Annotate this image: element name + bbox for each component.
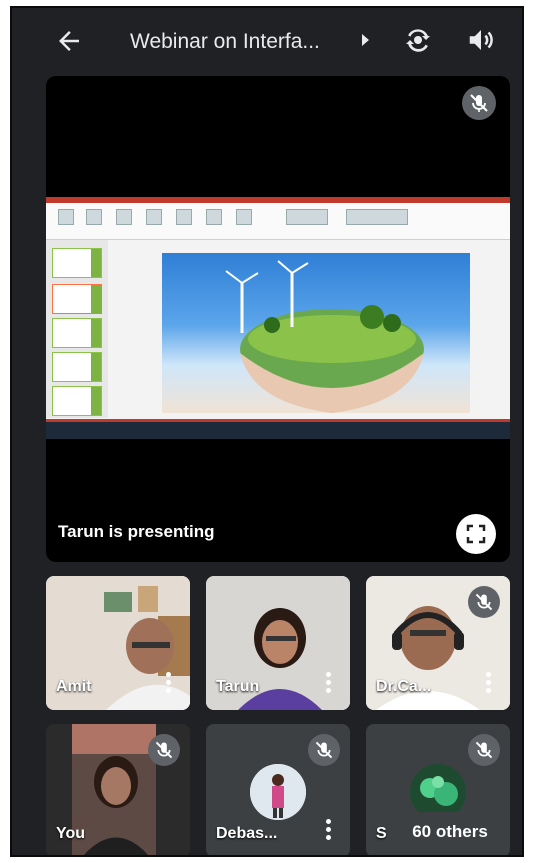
- more-options-icon[interactable]: [166, 672, 172, 694]
- back-arrow-icon[interactable]: [54, 26, 84, 56]
- participant-name: Tarun: [216, 678, 260, 695]
- mic-off-icon: [462, 86, 496, 120]
- more-options-icon[interactable]: [326, 672, 332, 694]
- avatar: [250, 764, 306, 820]
- participant-name: Dr.Ca...: [376, 678, 432, 695]
- slide-thumbnails: [46, 240, 108, 418]
- mic-off-icon: [468, 586, 500, 618]
- participant-name: S: [376, 825, 387, 842]
- participant-tile-you[interactable]: You: [46, 724, 190, 855]
- mic-off-icon: [308, 734, 340, 766]
- meeting-title[interactable]: Webinar on Interfa...: [130, 30, 320, 54]
- participant-tile-debas[interactable]: Debas...: [206, 724, 350, 855]
- caret-right-icon[interactable]: [362, 34, 369, 46]
- top-bar: Webinar on Interfa...: [12, 8, 522, 76]
- mic-off-icon: [468, 734, 500, 766]
- speaker-icon[interactable]: [466, 25, 496, 55]
- participant-name: You: [56, 825, 86, 842]
- switch-camera-icon[interactable]: [402, 24, 434, 56]
- taskbar: [46, 419, 510, 439]
- more-options-icon[interactable]: [326, 819, 332, 841]
- participant-name: Amit: [56, 678, 92, 695]
- participant-tile-amit[interactable]: Amit: [46, 576, 190, 710]
- meet-screen: Webinar on Interfa... Tarun is presentin…: [10, 6, 524, 857]
- presentation-tile[interactable]: Tarun is presenting: [46, 76, 510, 562]
- shared-screen: [46, 197, 510, 439]
- others-count-button[interactable]: 60 others: [390, 812, 510, 852]
- mic-off-icon: [148, 734, 180, 766]
- slide-image: [162, 253, 470, 413]
- fullscreen-icon[interactable]: [456, 514, 496, 554]
- presenting-label: Tarun is presenting: [58, 522, 215, 541]
- participant-tile-dr-ca[interactable]: Dr.Ca...: [366, 576, 510, 710]
- more-options-icon[interactable]: [486, 672, 492, 694]
- participant-name: Debas...: [216, 825, 278, 842]
- app-ribbon: [46, 197, 510, 240]
- participant-tile-tarun[interactable]: Tarun: [206, 576, 350, 710]
